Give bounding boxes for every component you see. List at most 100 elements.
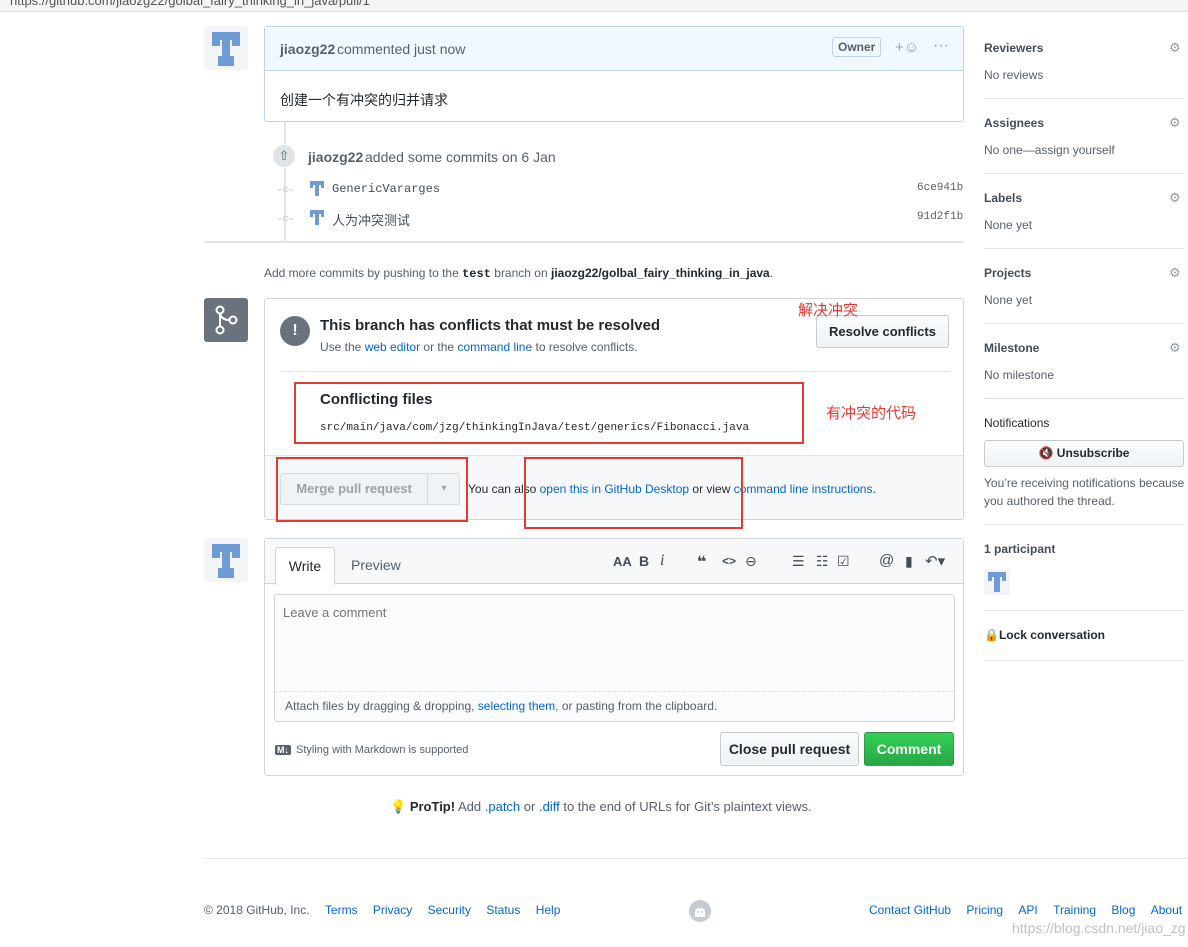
- milestone-title[interactable]: Milestone: [984, 341, 1039, 355]
- commit-event-icon: ⇧: [271, 143, 297, 169]
- commit-avatar-icon[interactable]: [308, 179, 326, 197]
- mute-icon: 🔇: [1038, 446, 1054, 460]
- sidebar-divider: [984, 610, 1184, 611]
- notifications-title: Notifications: [984, 416, 1050, 430]
- participant-avatar-icon[interactable]: [984, 569, 1010, 595]
- conflict-sub-suffix: to resolve conflicts.: [535, 340, 638, 354]
- owner-badge: Owner: [832, 37, 882, 57]
- footer-blog-link[interactable]: Blog: [1111, 903, 1135, 917]
- footer-terms-link[interactable]: Terms: [325, 903, 358, 917]
- notifications-desc-2: you authored the thread.: [984, 494, 1115, 508]
- mention-icon[interactable]: @: [879, 552, 894, 569]
- commit-avatar-icon[interactable]: [308, 208, 326, 226]
- protip-text1: Add: [457, 799, 482, 814]
- attach-files-bar[interactable]: Attach files by dragging & dropping, sel…: [274, 692, 955, 722]
- footer-privacy-link[interactable]: Privacy: [373, 903, 412, 917]
- protip-text2: to the end of URLs for Git’s plaintext v…: [563, 799, 812, 814]
- comment-editor: Write Preview AA B i ❝ <> ⊖ ☰ ☷ ☑ @ ▮ ↶▾…: [264, 538, 964, 776]
- milestone-value: No milestone: [984, 368, 1055, 382]
- footer-right: Contact GitHub Pricing API Training Blog…: [869, 903, 1182, 917]
- lock-label: Lock conversation: [998, 628, 1105, 642]
- footer-left: © 2018 GitHub, Inc. Terms Privacy Securi…: [204, 903, 560, 917]
- command-line-link[interactable]: command line: [457, 340, 532, 354]
- merge-status-icon: [204, 298, 248, 342]
- footer-contact-link[interactable]: Contact GitHub: [869, 903, 951, 917]
- merge-divider: [280, 371, 950, 372]
- unsubscribe-label: Unsubscribe: [1056, 446, 1130, 460]
- lock-conversation[interactable]: 🔒Lock conversation: [984, 628, 1105, 642]
- saved-reply-icon[interactable]: ▮: [905, 553, 913, 570]
- push-hint: Add more commits by pushing to the test …: [264, 266, 773, 281]
- gear-icon[interactable]: ⚙: [1169, 340, 1183, 355]
- footer-about-link[interactable]: About: [1151, 903, 1182, 917]
- commits-author[interactable]: jiaozg22: [308, 149, 363, 165]
- link-icon[interactable]: ⊖: [745, 553, 757, 570]
- comment-timestamp: commented just now: [337, 41, 466, 57]
- conflict-sub-or: or the: [423, 340, 455, 354]
- protip: 💡 ProTip! Add .patch or .diff to the end…: [390, 799, 812, 815]
- footer-training-link[interactable]: Training: [1053, 903, 1096, 917]
- reviewers-title[interactable]: Reviewers: [984, 41, 1043, 55]
- gear-icon[interactable]: ⚙: [1169, 190, 1183, 205]
- browser-url-bar[interactable]: https://github.com/jiaozg22/golbal_fairy…: [0, 0, 1188, 12]
- comment-body: 创建一个有冲突的归并请求: [280, 92, 448, 108]
- quote-icon[interactable]: ❝: [697, 552, 706, 572]
- assignees-value[interactable]: No one—assign yourself: [984, 143, 1115, 157]
- select-files-link[interactable]: selecting them: [478, 699, 555, 713]
- patch-link[interactable]: .patch: [485, 799, 520, 814]
- bold-icon[interactable]: B: [639, 553, 649, 569]
- italic-icon[interactable]: i: [660, 552, 664, 570]
- footer-api-link[interactable]: API: [1018, 903, 1037, 917]
- merge-also-suffix: .: [872, 482, 876, 496]
- more-options-icon[interactable]: ···: [933, 37, 949, 55]
- sidebar-divider: [984, 98, 1184, 99]
- comment-author[interactable]: jiaozg22: [280, 41, 335, 57]
- timeline-divider: [204, 241, 964, 243]
- web-editor-link[interactable]: web editor: [365, 340, 420, 354]
- labels-title[interactable]: Labels: [984, 191, 1022, 205]
- commit-dot-icon: -○-: [278, 211, 294, 225]
- annotation-box-desktop: [524, 457, 743, 529]
- close-pull-request-button[interactable]: Close pull request: [720, 732, 859, 766]
- footer-security-link[interactable]: Security: [428, 903, 471, 917]
- ordered-list-icon[interactable]: ☷: [816, 553, 829, 570]
- comment-button[interactable]: Comment: [864, 732, 954, 766]
- sidebar-divider: [984, 660, 1184, 661]
- commit-message[interactable]: 人为冲突测试: [332, 210, 410, 229]
- diff-link[interactable]: .diff: [539, 799, 560, 814]
- heading-icon[interactable]: AA: [613, 554, 632, 569]
- sidebar-divider: [984, 173, 1184, 174]
- add-reaction-icon[interactable]: +☺: [895, 39, 919, 56]
- unsubscribe-button[interactable]: 🔇 Unsubscribe: [984, 440, 1184, 467]
- unordered-list-icon[interactable]: ☰: [792, 553, 805, 570]
- gear-icon[interactable]: ⚙: [1169, 265, 1183, 280]
- commit-dot-icon: -○-: [278, 182, 294, 196]
- notifications-desc-1: You’re receiving notifications because: [984, 476, 1185, 490]
- markdown-note[interactable]: Styling with Markdown is supported: [296, 744, 468, 756]
- commit-sha[interactable]: 6ce941b: [917, 182, 963, 194]
- reply-icon[interactable]: ↶▾: [925, 552, 945, 570]
- footer-pricing-link[interactable]: Pricing: [966, 903, 1003, 917]
- avatar[interactable]: [204, 538, 248, 582]
- command-line-instructions-link[interactable]: command line instructions: [734, 482, 873, 496]
- commit-message[interactable]: GenericVararges: [332, 182, 440, 196]
- tab-write[interactable]: Write: [275, 547, 335, 585]
- footer-status-link[interactable]: Status: [486, 903, 520, 917]
- reviewers-value: No reviews: [984, 68, 1044, 82]
- footer-help-link[interactable]: Help: [536, 903, 561, 917]
- attach-suffix: , or pasting from the clipboard.: [555, 699, 718, 713]
- code-icon[interactable]: <>: [722, 554, 736, 568]
- comment-textarea[interactable]: [274, 594, 955, 692]
- commit-sha[interactable]: 91d2f1b: [917, 211, 963, 223]
- task-list-icon[interactable]: ☑: [837, 553, 850, 570]
- sidebar-divider: [984, 323, 1184, 324]
- tab-preview[interactable]: Preview: [351, 557, 401, 573]
- github-logo-icon[interactable]: [688, 899, 712, 923]
- gear-icon[interactable]: ⚙: [1169, 40, 1183, 55]
- gear-icon[interactable]: ⚙: [1169, 115, 1183, 130]
- assignees-title[interactable]: Assignees: [984, 116, 1044, 130]
- push-hint-prefix: Add more commits by pushing to the: [264, 266, 459, 280]
- projects-title[interactable]: Projects: [984, 266, 1031, 280]
- repo-link[interactable]: jiaozg22/golbal_fairy_thinking_in_java: [551, 266, 770, 280]
- avatar[interactable]: [204, 26, 248, 70]
